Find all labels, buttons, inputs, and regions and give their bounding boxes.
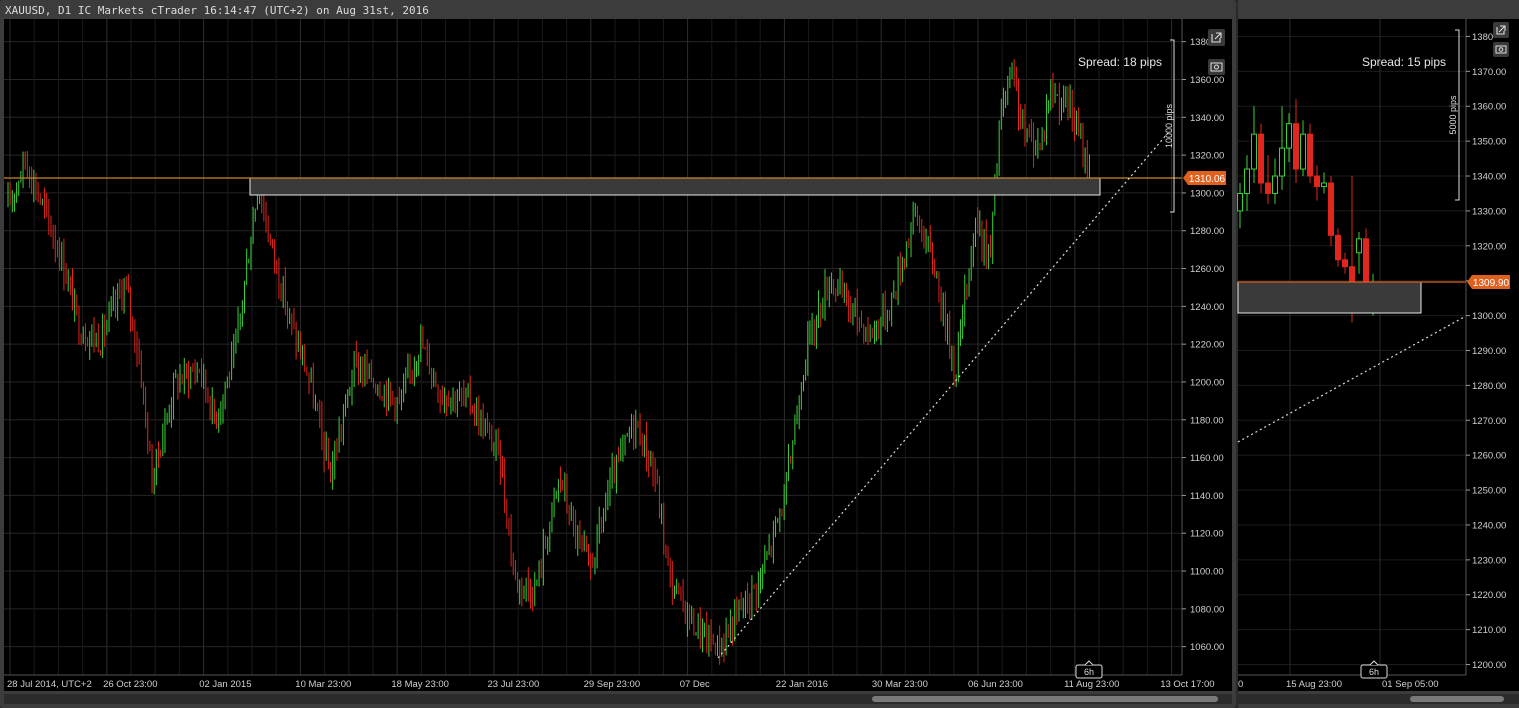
side-candle-body (1363, 238, 1369, 289)
date-tick-label: 11 Aug 23:00 (1064, 679, 1119, 690)
date-tick-label: 07 Dec (680, 679, 710, 690)
price-tick-label: 1260.00 (1190, 264, 1224, 275)
side-scrollbar-thumb[interactable] (1410, 696, 1504, 702)
side-price-tick-label: 1250.00 (1472, 486, 1506, 497)
side-candle-body (1342, 259, 1348, 268)
price-tick-label: 1120.00 (1190, 529, 1224, 540)
main-chart-window: XAUUSD, D1 IC Markets cTrader 16:14:47 (… (0, 0, 1236, 708)
side-date-tick-label: 0 (1238, 679, 1243, 690)
current-price-value: 1310.06 (1189, 174, 1226, 185)
svg-text:6h: 6h (1084, 667, 1094, 677)
side-price-tick-label: 1260.00 (1472, 451, 1506, 462)
side-candle-body (1251, 133, 1257, 170)
price-tick-label: 1100.00 (1190, 567, 1224, 578)
side-price-tick-label: 1290.00 (1472, 346, 1506, 357)
pips-ruler-label: 10000 pips (1164, 103, 1174, 148)
date-tick-label: 18 May 23:00 (391, 679, 449, 690)
price-tick-label: 1280.00 (1190, 226, 1224, 237)
side-price-tick-label: 1380 (1472, 32, 1493, 43)
price-tick-label: 1360.00 (1190, 75, 1224, 86)
side-price-tick-label: 1340.00 (1472, 172, 1506, 183)
side-candle-body (1244, 168, 1250, 194)
side-price-tick-label: 1330.00 (1472, 206, 1506, 217)
side-price-tick-label: 1240.00 (1472, 520, 1506, 531)
support-zone-rectangle[interactable] (249, 177, 1101, 196)
price-tick-label: 1140.00 (1190, 491, 1224, 502)
main-chart-title: XAUUSD, D1 IC Markets cTrader 16:14:47 (… (5, 4, 429, 17)
side-candle-body (1265, 182, 1271, 194)
side-price-tick-label: 1200.00 (1472, 660, 1506, 671)
side-candle-body (1307, 133, 1313, 177)
date-tick-label: 29 Sep 23:00 (584, 679, 641, 690)
main-chart-area[interactable] (4, 19, 1232, 691)
side-candle-body (1321, 182, 1327, 187)
side-candle-body (1258, 133, 1264, 184)
date-tick-label: 26 Oct 23:00 (103, 679, 157, 690)
side-current-price-tag: 1309.90 (1467, 275, 1510, 289)
price-tick-label: 1340.00 (1190, 113, 1224, 124)
side-candle-body (1314, 175, 1320, 187)
side-candle-body (1272, 175, 1278, 194)
side-price-tick-label: 1300.00 (1472, 311, 1506, 322)
side-price-tick-label: 1230.00 (1472, 555, 1506, 566)
side-price-tick-label: 1220.00 (1472, 590, 1506, 601)
date-tick-label: 28 Jul 2014, UTC+2 (7, 679, 92, 690)
side-date-tick-label: 15 Aug 23:00 (1286, 679, 1342, 690)
side-price-tick-label: 1280.00 (1472, 381, 1506, 392)
date-tick-label: 13 Oct 17:00 (1160, 679, 1214, 690)
date-tick-label: 30 Mar 23:00 (872, 679, 928, 690)
side-candle-body (1237, 192, 1243, 212)
price-tick-label: 1080.00 (1190, 604, 1224, 615)
side-candle-body (1356, 238, 1362, 254)
side-current-price-value: 1309.90 (1473, 278, 1510, 289)
date-tick-label: 02 Jan 2015 (199, 679, 251, 690)
side-candle-body (1293, 123, 1299, 170)
side-candle-body (1286, 123, 1292, 149)
side-price-tick-label: 1270.00 (1472, 416, 1506, 427)
side-price-tick-label: 1350.00 (1472, 137, 1506, 148)
main-scrollbar-thumb[interactable] (872, 696, 1218, 702)
popout-icon[interactable] (1208, 29, 1225, 46)
side-price-tick-label: 1360.00 (1472, 102, 1506, 113)
date-tick-label: 23 Jul 23:00 (488, 679, 540, 690)
date-tick-label: 10 Mar 23:00 (295, 679, 351, 690)
side-price-tick-label: 1370.00 (1472, 67, 1506, 78)
spread-label: Spread: 18 pips (1078, 55, 1162, 69)
side-camera-icon[interactable] (1493, 42, 1509, 57)
side-candle-body (1279, 147, 1285, 177)
price-tick-label: 1240.00 (1190, 302, 1224, 313)
side-candle-body (1328, 182, 1334, 236)
side-spread-label: Spread: 15 pips (1362, 55, 1446, 69)
side-date-tick-label: 01 Sep 05:00 (1382, 679, 1439, 690)
side-price-tick-label: 1210.00 (1472, 625, 1506, 636)
date-tick-label: 06 Jun 23:00 (968, 679, 1023, 690)
side-candle-body (1300, 133, 1306, 170)
side-pips-ruler-label: 5000 pips (1448, 95, 1458, 135)
current-price-tag: 1310.06 (1183, 171, 1226, 185)
side-candle-body (1335, 234, 1341, 261)
price-tick-label: 1200.00 (1190, 377, 1224, 388)
price-tick-label: 1220.00 (1190, 340, 1224, 351)
side-popout-icon[interactable] (1493, 22, 1509, 38)
date-tick-label: 22 Jan 2016 (776, 679, 828, 690)
side-chart-window: 1380 1370.00 1360.00 1350.00 1340.00 1330.00 1… (1237, 0, 1519, 708)
price-tick-label: 1160.00 (1190, 453, 1224, 464)
price-tick-label: 1060.00 (1190, 642, 1224, 653)
side-support-zone-rectangle[interactable] (1237, 281, 1422, 314)
price-tick-label: 1300.00 (1190, 188, 1224, 199)
camera-icon[interactable] (1208, 59, 1225, 75)
workspace: XAUUSD, D1 IC Markets cTrader 16:14:47 (… (0, 0, 1519, 708)
price-tick-label: 1180.00 (1190, 415, 1224, 426)
price-tick-label: 1320.00 (1190, 151, 1224, 162)
svg-text:6h: 6h (1369, 667, 1379, 677)
side-price-tick-label: 1320.00 (1472, 241, 1506, 252)
